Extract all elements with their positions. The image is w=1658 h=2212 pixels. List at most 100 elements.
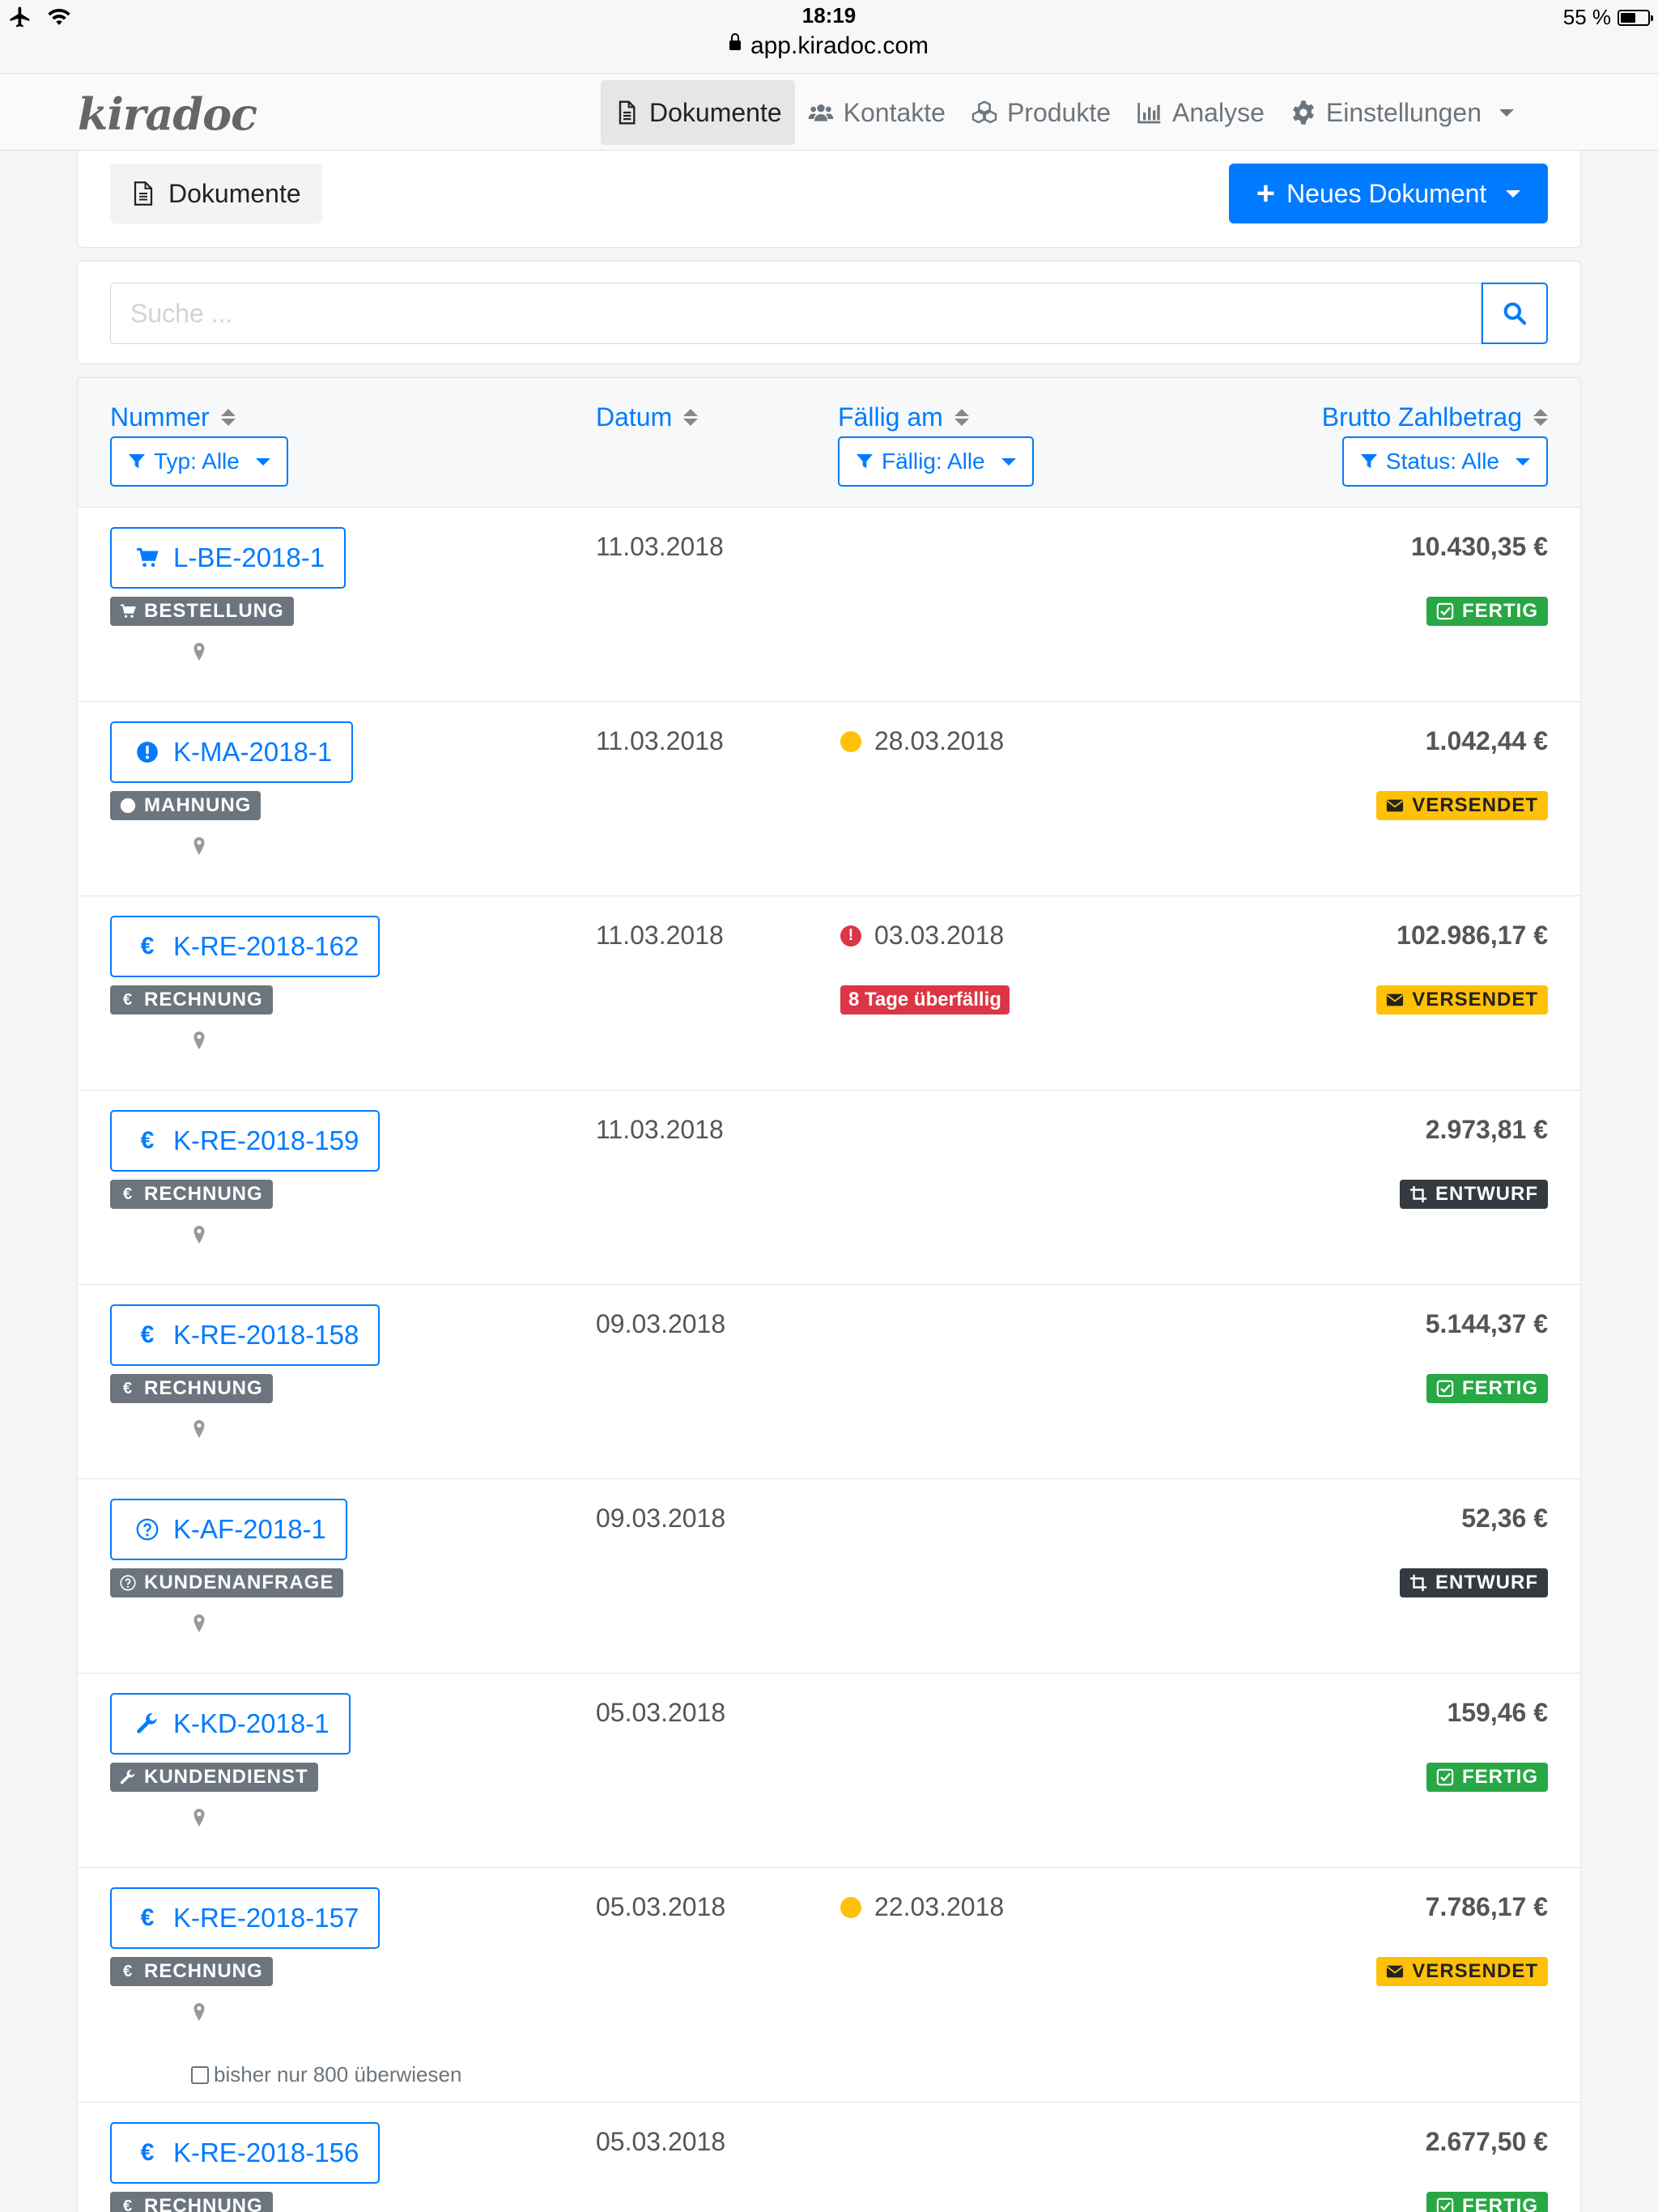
search-button[interactable] (1482, 283, 1548, 344)
document-number-button[interactable]: K-KD-2018-1 (110, 1693, 351, 1755)
cart-icon (120, 603, 136, 619)
new-document-label: Neues Dokument (1286, 178, 1487, 208)
document-type-badge: KUNDENDIENST (110, 1763, 318, 1792)
sort-faellig[interactable]: Fällig am (838, 402, 969, 432)
document-number-button[interactable]: K-AF-2018-1 (110, 1499, 347, 1560)
table-row: € K-RE-2018-158 € RECHNUNG 09.03.2018 5.144,3… (78, 1285, 1580, 1479)
map-marker-icon[interactable] (193, 1419, 206, 1439)
check-square-icon (1436, 2197, 1454, 2212)
document-type-badge: MAHNUNG (110, 791, 261, 820)
status-text: VERSENDET (1412, 989, 1538, 1010)
table-row: € K-RE-2018-156 € RECHNUNG 05.03.2018 2.677,5… (78, 2103, 1580, 2212)
nav-label: Analyse (1172, 97, 1265, 127)
nav-label: Kontakte (843, 97, 946, 127)
status-badge: FERTIG (1426, 1374, 1548, 1403)
column-header-label: Nummer (110, 402, 210, 432)
document-date: 11.03.2018 (596, 1115, 724, 1144)
map-marker-icon[interactable] (193, 1031, 206, 1050)
map-marker-icon[interactable] (193, 642, 206, 661)
nav-analyse[interactable]: Analyse (1124, 80, 1278, 145)
exclamation-circle-icon (134, 739, 160, 765)
status-badge: VERSENDET (1376, 791, 1548, 820)
filter-due-dropdown[interactable]: Fällig: Alle (838, 436, 1034, 487)
filter-status-dropdown[interactable]: Status: Alle (1341, 436, 1548, 487)
map-marker-icon[interactable] (193, 1808, 206, 1827)
document-date: 05.03.2018 (596, 1892, 726, 1921)
status-text: FERTIG (1462, 1377, 1538, 1399)
brand-logo[interactable]: kiradoc (78, 88, 257, 140)
status-text: VERSENDET (1412, 794, 1538, 816)
map-marker-icon[interactable] (193, 1225, 206, 1244)
nav-einstellungen-dropdown[interactable]: Einstellungen (1278, 80, 1527, 145)
battery-percent: 55 % (1562, 5, 1611, 29)
crop-icon (1409, 1574, 1427, 1592)
address-bar[interactable]: app.kiradoc.com (0, 32, 1658, 60)
document-type: KUNDENDIENST (144, 1766, 308, 1788)
envelope-icon (1386, 797, 1404, 815)
document-number-button[interactable]: L-BE-2018-1 (110, 527, 346, 589)
sort-nummer[interactable]: Nummer (110, 402, 236, 432)
search-input[interactable] (110, 283, 1482, 344)
due-date-text: 03.03.2018 (874, 921, 1005, 950)
sort-icon (954, 409, 969, 426)
document-number-button[interactable]: € K-RE-2018-159 (110, 1110, 380, 1172)
clock: 18:19 (801, 3, 857, 28)
check-square-icon (1436, 602, 1454, 620)
page-title-text: Dokumente (168, 178, 301, 208)
document-number: K-AF-2018-1 (173, 1514, 326, 1544)
table-row: K-AF-2018-1 KUNDENANFRAGE 09.03.2018 52,36 … (78, 1479, 1580, 1674)
document-type: RECHNUNG (144, 1183, 263, 1205)
chevron-down-icon (1499, 108, 1515, 117)
document-number-button[interactable]: K-MA-2018-1 (110, 721, 354, 783)
sort-icon (1533, 409, 1548, 426)
nav-kontakte[interactable]: Kontakte (795, 80, 959, 145)
document-number: K-KD-2018-1 (173, 1708, 329, 1738)
warning-dot-icon (840, 730, 861, 752)
status-text: FERTIG (1462, 600, 1538, 622)
table-row: € K-RE-2018-157 € RECHNUNG bisher nur 800 üb… (78, 1868, 1580, 2103)
document-type-badge: KUNDENANFRAGE (110, 1568, 344, 1597)
url-text: app.kiradoc.com (750, 32, 929, 59)
cubes-icon (971, 100, 997, 124)
document-type: RECHNUNG (144, 1960, 263, 1982)
gross-amount: 10.430,35 € (1410, 532, 1548, 561)
filter-icon (1360, 453, 1377, 469)
map-marker-icon[interactable] (193, 836, 206, 856)
question-circle-icon (120, 1575, 136, 1591)
nav-produkte[interactable]: Produkte (959, 80, 1124, 145)
sort-brutto[interactable]: Brutto Zahlbetrag (1322, 402, 1548, 432)
document-number-button[interactable]: € K-RE-2018-162 (110, 916, 380, 977)
main-nav: Dokumente Kontakte Produkte Analyse Eins… (601, 80, 1527, 145)
cart-icon (134, 545, 160, 571)
question-circle-icon (134, 1516, 160, 1542)
map-marker-icon[interactable] (193, 2002, 206, 2022)
document-type-badge: € RECHNUNG (110, 1374, 273, 1403)
euro-icon: € (122, 1963, 134, 1980)
status-text: VERSENDET (1412, 1960, 1538, 1982)
gross-amount: 2.677,50 € (1425, 2127, 1548, 2156)
lock-icon (729, 33, 741, 51)
euro-icon: € (140, 2139, 155, 2166)
map-marker-icon[interactable] (193, 1614, 206, 1633)
document-number-button[interactable]: € K-RE-2018-158 (110, 1304, 380, 1366)
plus-icon: + (1256, 176, 1276, 211)
nav-dokumente[interactable]: Dokumente (601, 80, 795, 145)
sort-icon (220, 409, 236, 426)
document-type: KUNDENANFRAGE (144, 1572, 334, 1593)
euro-icon: € (122, 1185, 134, 1203)
new-document-button[interactable]: + Neues Dokument (1229, 164, 1548, 223)
filter-type-dropdown[interactable]: Typ: Alle (110, 436, 288, 487)
table-row: € K-RE-2018-162 € RECHNUNG 11.03.2018! 03.03.… (78, 896, 1580, 1091)
due-date-text: 28.03.2018 (874, 726, 1005, 755)
status-text: FERTIG (1462, 2195, 1538, 2212)
overdue-badge: 8 Tage überfällig (840, 985, 1010, 1015)
document-type: MAHNUNG (144, 794, 252, 816)
document-number: K-RE-2018-157 (173, 1903, 359, 1933)
document-number-button[interactable]: € K-RE-2018-156 (110, 2122, 380, 2184)
filter-label: Typ: Alle (154, 449, 240, 474)
euro-icon: € (140, 1321, 155, 1348)
ios-status-bar: 18:19 app.kiradoc.com 55 % (0, 0, 1658, 73)
status-badge: FERTIG (1426, 1763, 1548, 1792)
document-number-button[interactable]: € K-RE-2018-157 (110, 1887, 380, 1949)
sort-datum[interactable]: Datum (596, 402, 699, 432)
